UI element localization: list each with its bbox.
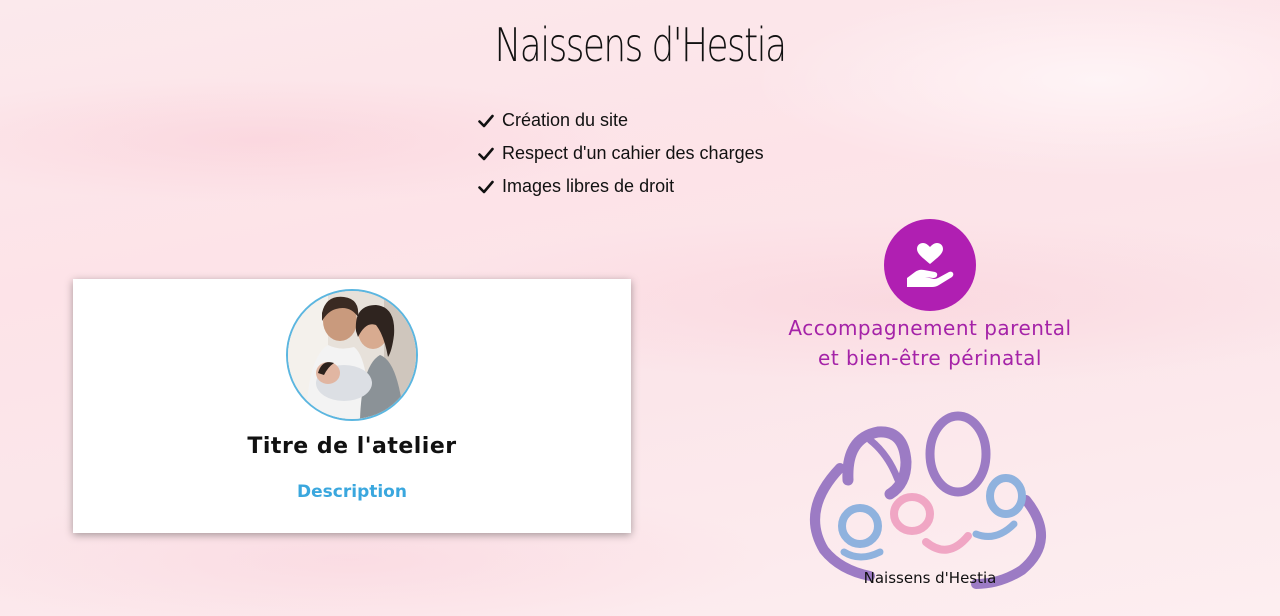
workshop-card[interactable]: Titre de l'atelier Description <box>73 279 631 533</box>
feature-item: Création du site <box>478 104 764 137</box>
service-line: et bien-être périnatal <box>818 346 1042 370</box>
feature-list: Création du site Respect d'un cahier des… <box>478 104 764 203</box>
feature-label: Création du site <box>502 110 629 130</box>
check-icon <box>478 180 494 193</box>
check-icon <box>478 114 494 127</box>
service-title: Accompagnement parental et bien-être pér… <box>760 313 1100 373</box>
heart-in-hand-icon <box>884 219 976 311</box>
family-photo <box>286 289 418 421</box>
service-line: Accompagnement parental <box>788 316 1072 340</box>
logo-text: Naissens d'Hestia <box>864 569 997 587</box>
card-description[interactable]: Description <box>73 482 631 502</box>
feature-label: Respect d'un cahier des charges <box>502 143 764 163</box>
feature-item: Respect d'un cahier des charges <box>478 137 764 170</box>
feature-label: Images libres de droit <box>502 176 675 196</box>
brand-logo: Naissens d'Hestia <box>800 410 1060 590</box>
feature-item: Images libres de droit <box>478 170 764 203</box>
site-title: Naissens d'Hestia <box>494 18 788 72</box>
card-title: Titre de l'atelier <box>247 434 457 459</box>
check-icon <box>478 147 494 160</box>
